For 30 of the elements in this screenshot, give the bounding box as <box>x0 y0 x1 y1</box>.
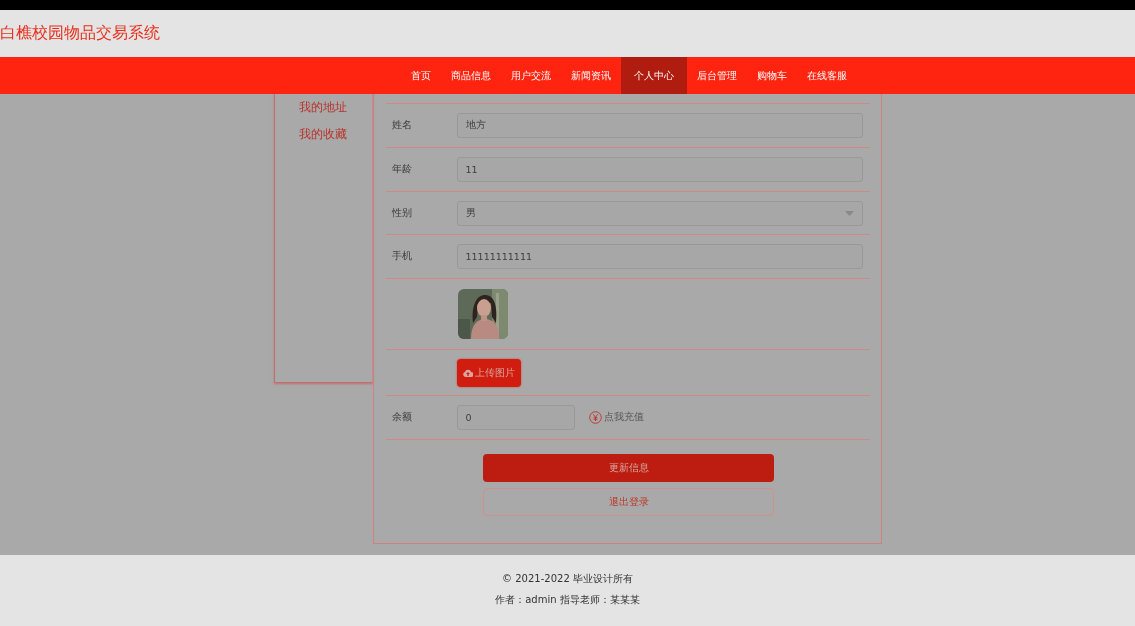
update-button[interactable]: 更新信息 <box>483 454 774 482</box>
sidebar-item[interactable]: 我的地址 <box>299 98 347 116</box>
input-field[interactable]: 地方 <box>456 113 863 138</box>
nav-tab[interactable]: 首页 <box>400 57 441 94</box>
site-title: 白樵校园物品交易系统 <box>0 23 160 44</box>
nav-tab[interactable]: 在线客服 <box>796 57 857 94</box>
nav-tab[interactable]: 个人中心 <box>620 57 687 94</box>
input-field[interactable]: 11111111111 <box>456 244 863 269</box>
field-label: 年龄 <box>390 163 413 176</box>
nav-tab[interactable]: 商品信息 <box>440 57 501 94</box>
input-field[interactable]: 0 <box>456 405 575 430</box>
field-label: 余额 <box>390 411 413 424</box>
input-field[interactable]: 11 <box>456 157 863 182</box>
select-field[interactable]: 男 <box>456 200 863 226</box>
yen-icon <box>588 411 602 424</box>
upload-button[interactable]: 上传图片 <box>456 358 521 387</box>
caret-icon <box>844 210 854 216</box>
cloud-upload-icon <box>462 368 473 377</box>
recharge-link[interactable]: 点我充值 <box>588 411 644 424</box>
nav-tab[interactable]: 用户交流 <box>500 57 561 94</box>
footer-text: © 2021-2022 毕业设计所有 <box>502 572 633 586</box>
sidebar-item[interactable]: 我的收藏 <box>299 125 347 143</box>
logout-button[interactable]: 退出登录 <box>483 488 774 516</box>
footer-text: 作者：admin 指导老师：某某某 <box>495 593 640 607</box>
field-label: 手机 <box>390 250 413 263</box>
field-label: 姓名 <box>390 119 413 132</box>
nav-tab[interactable]: 后台管理 <box>686 57 747 94</box>
field-label: 性别 <box>390 206 413 220</box>
nav-tab[interactable]: 新闻资讯 <box>560 57 621 94</box>
nav-tab[interactable]: 购物车 <box>746 57 797 94</box>
